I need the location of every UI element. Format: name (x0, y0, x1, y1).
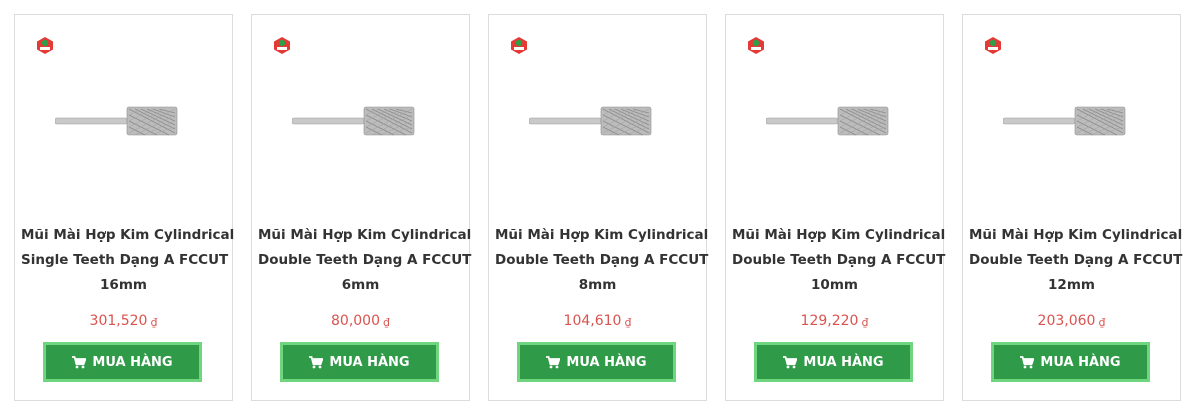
shopping-cart-icon (309, 355, 324, 368)
product-title[interactable]: Mũi Mài Hợp Kim Cylindrical Double Teeth… (732, 223, 945, 298)
product-title[interactable]: Mũi Mài Hợp Kim Cylindrical Double Teeth… (495, 223, 708, 298)
buy-button-label: MUA HÀNG (803, 354, 884, 370)
gisi-tools-logo-icon (511, 37, 527, 54)
product-price: 129,220 ₫ (800, 313, 869, 329)
carbide-burr-image[interactable] (1003, 101, 1143, 141)
product-price: 80,000 ₫ (331, 313, 390, 329)
gisi-tools-logo-icon (748, 37, 764, 54)
product-grid: Mũi Mài Hợp Kim Cylindrical Single Teeth… (0, 0, 1197, 415)
shopping-cart-icon (1020, 355, 1035, 368)
shopping-cart-icon (546, 355, 561, 368)
product-card[interactable]: Mũi Mài Hợp Kim Cylindrical Single Teeth… (14, 14, 234, 401)
carbide-burr-image[interactable] (55, 101, 195, 141)
carbide-burr-image[interactable] (529, 101, 669, 141)
buy-button[interactable]: MUA HÀNG (754, 342, 913, 382)
carbide-burr-image[interactable] (292, 101, 432, 141)
product-card[interactable]: Mũi Mài Hợp Kim Cylindrical Double Teeth… (488, 14, 708, 401)
product-title[interactable]: Mũi Mài Hợp Kim Cylindrical Double Teeth… (969, 223, 1182, 298)
shopping-cart-icon (783, 355, 798, 368)
product-title[interactable]: Mũi Mài Hợp Kim Cylindrical Single Teeth… (21, 223, 234, 298)
product-price: 301,520 ₫ (89, 313, 158, 329)
product-card[interactable]: Mũi Mài Hợp Kim Cylindrical Double Teeth… (725, 14, 945, 401)
buy-button[interactable]: MUA HÀNG (517, 342, 676, 382)
buy-button-label: MUA HÀNG (92, 354, 173, 370)
gisi-tools-logo-icon (274, 37, 290, 54)
product-title[interactable]: Mũi Mài Hợp Kim Cylindrical Double Teeth… (258, 223, 471, 298)
product-price: 104,610 ₫ (563, 313, 632, 329)
buy-button[interactable]: MUA HÀNG (280, 342, 439, 382)
product-card[interactable]: Mũi Mài Hợp Kim Cylindrical Double Teeth… (251, 14, 471, 401)
buy-button[interactable]: MUA HÀNG (43, 342, 202, 382)
shopping-cart-icon (72, 355, 87, 368)
product-card[interactable]: Mũi Mài Hợp Kim Cylindrical Double Teeth… (962, 14, 1182, 401)
buy-button-label: MUA HÀNG (329, 354, 410, 370)
buy-button-label: MUA HÀNG (1040, 354, 1121, 370)
gisi-tools-logo-icon (37, 37, 53, 54)
product-price: 203,060 ₫ (1037, 313, 1106, 329)
buy-button-label: MUA HÀNG (566, 354, 647, 370)
carbide-burr-image[interactable] (766, 101, 906, 141)
buy-button[interactable]: MUA HÀNG (991, 342, 1150, 382)
gisi-tools-logo-icon (985, 37, 1001, 54)
